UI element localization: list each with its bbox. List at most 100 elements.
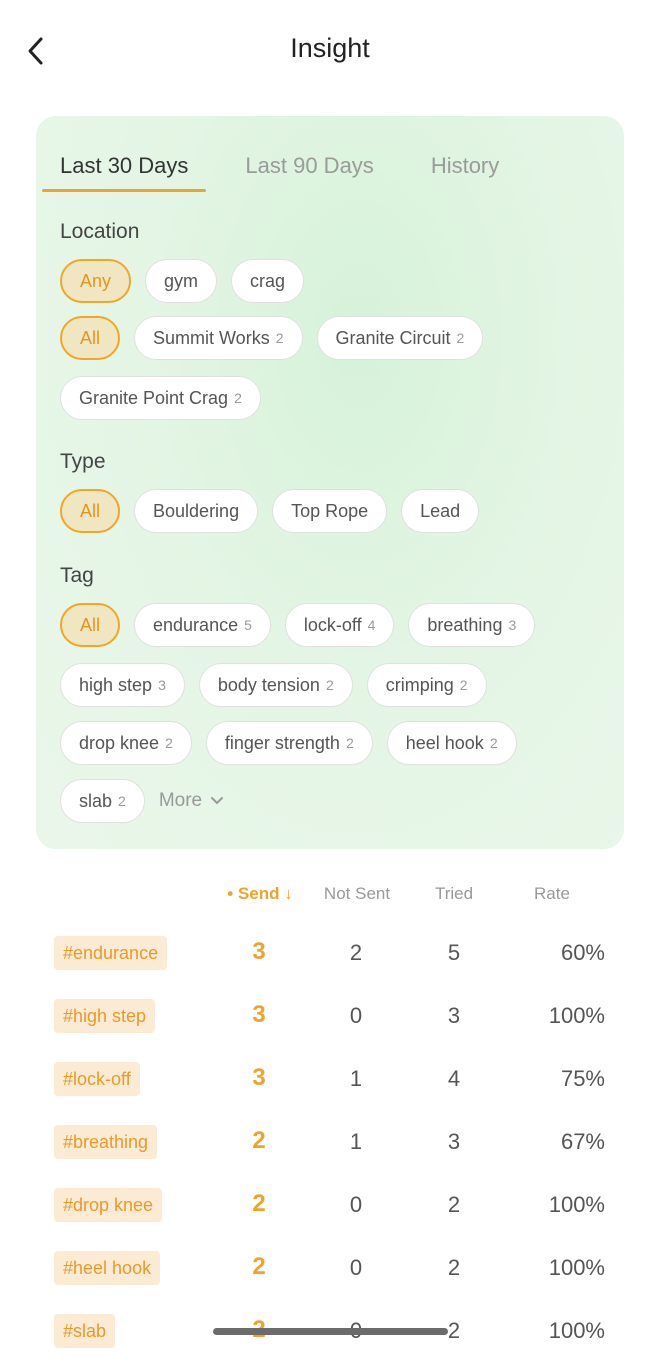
- cell-send: 2: [252, 1127, 266, 1154]
- chip-label: lock-off: [303, 614, 362, 635]
- home-indicator[interactable]: [213, 1328, 448, 1335]
- cell-not-sent: 2: [349, 940, 363, 965]
- tag-title: Tag: [60, 564, 94, 587]
- column-send[interactable]: • Send ↓: [210, 884, 310, 904]
- chip-tag-all[interactable]: All: [60, 603, 121, 647]
- tag-chips-3: drop knee 2 finger strength 2 heel hook 2: [60, 721, 531, 765]
- chip-label: Any: [80, 270, 112, 291]
- row-tag[interactable]: #breathing: [54, 1125, 158, 1159]
- chip-tag-drop-knee[interactable]: drop knee 2: [60, 721, 192, 765]
- cell-send: 3: [252, 1064, 266, 1091]
- cell-send: 3: [252, 1001, 266, 1028]
- chip-label: high step: [79, 674, 153, 695]
- chip-label: Granite Point Crag: [79, 387, 229, 408]
- header: Insight: [0, 0, 660, 100]
- location-place-chips: All Summit Works 2 Granite Circuit 2: [60, 316, 497, 360]
- chip-tag-finger-strength[interactable]: finger strength 2: [205, 721, 373, 765]
- chip-label: Top Rope: [291, 500, 369, 521]
- tab-last-90-days[interactable]: Last 90 Days: [245, 142, 373, 192]
- chip-count: 2: [118, 793, 126, 809]
- cell-not-sent: 1: [349, 1066, 363, 1091]
- cell-rate: 100%: [548, 1192, 605, 1217]
- chip-label: crimping: [385, 674, 454, 695]
- type-title: Type: [60, 450, 106, 473]
- chip-label: endurance: [153, 614, 239, 635]
- chip-label: breathing: [427, 614, 503, 635]
- table-row: #high step 3 0 3 100%: [0, 999, 660, 1049]
- row-tag[interactable]: #lock-off: [54, 1062, 140, 1096]
- cell-send: 3: [252, 938, 266, 965]
- chip-label: Bouldering: [153, 500, 240, 521]
- chip-label: slab: [79, 790, 113, 811]
- chip-location-crag[interactable]: crag: [231, 259, 305, 303]
- chip-label: All: [80, 500, 101, 521]
- cell-send: 2: [252, 1190, 266, 1217]
- filter-card: Last 30 Days Last 90 Days History Locati…: [36, 116, 624, 849]
- row-tag[interactable]: #high step: [54, 999, 156, 1033]
- chip-label: gym: [164, 270, 199, 291]
- chip-label: Summit Works: [153, 327, 270, 348]
- chip-label: finger strength: [224, 732, 340, 753]
- cell-tried: 2: [447, 1255, 461, 1280]
- chip-tag-lock-off[interactable]: lock-off 4: [284, 603, 395, 647]
- table-row: #slab 2 0 2 100%: [0, 1314, 660, 1364]
- more-tags-button[interactable]: More: [159, 779, 224, 823]
- cell-rate: 100%: [548, 1255, 605, 1280]
- chip-place-granite-circuit[interactable]: Granite Circuit 2: [316, 316, 484, 360]
- cell-tried: 4: [447, 1066, 461, 1091]
- tag-chips-1: All endurance 5 lock-off 4 breathing 3: [60, 603, 549, 647]
- chip-count: 3: [158, 677, 166, 693]
- chip-type-lead[interactable]: Lead: [401, 489, 480, 533]
- row-tag[interactable]: #endurance: [54, 936, 168, 970]
- type-chips: All Bouldering Top Rope Lead: [60, 489, 493, 533]
- chip-type-top-rope[interactable]: Top Rope: [272, 489, 388, 533]
- chip-tag-high-step[interactable]: high step 3: [60, 663, 185, 707]
- cell-tried: 3: [447, 1129, 461, 1154]
- row-tag[interactable]: #heel hook: [54, 1251, 161, 1285]
- chip-label: All: [80, 327, 101, 348]
- tab-last-30-days[interactable]: Last 30 Days: [41, 142, 207, 192]
- chip-label: All: [80, 614, 101, 635]
- chip-count: 2: [489, 735, 498, 751]
- row-tag[interactable]: #slab: [54, 1314, 116, 1348]
- cell-tried: 5: [447, 940, 461, 965]
- tag-chips-4: slab 2 More: [60, 779, 224, 823]
- chip-count: 2: [275, 330, 284, 346]
- chip-location-gym[interactable]: gym: [145, 259, 218, 303]
- chip-count: 2: [325, 677, 334, 693]
- table-header: • Send ↓ Not Sent Tried Rate: [0, 884, 660, 908]
- chip-tag-crimping[interactable]: crimping 2: [366, 663, 487, 707]
- row-tag[interactable]: #drop knee: [54, 1188, 163, 1222]
- chip-label: drop knee: [79, 732, 160, 753]
- tab-history[interactable]: History: [431, 142, 499, 192]
- chip-tag-endurance[interactable]: endurance 5: [134, 603, 271, 647]
- table-row: #endurance 3 2 5 60%: [0, 936, 660, 986]
- chip-label: Granite Circuit: [335, 327, 451, 348]
- chip-place-granite-point-crag[interactable]: Granite Point Crag 2: [60, 376, 261, 420]
- cell-rate: 75%: [560, 1066, 605, 1091]
- chip-place-all[interactable]: All: [60, 316, 121, 360]
- cell-rate: 67%: [560, 1129, 605, 1154]
- chip-tag-slab[interactable]: slab 2: [60, 779, 145, 823]
- chip-count: 3: [508, 617, 517, 633]
- cell-rate: 60%: [560, 940, 605, 965]
- chip-type-all[interactable]: All: [60, 489, 121, 533]
- chip-label: Lead: [420, 500, 461, 521]
- chip-type-bouldering[interactable]: Bouldering: [134, 489, 259, 533]
- chip-location-any[interactable]: Any: [60, 259, 132, 303]
- column-tried[interactable]: Tried: [404, 884, 504, 904]
- chip-count: 2: [234, 390, 242, 406]
- table-row: #heel hook 2 0 2 100%: [0, 1251, 660, 1301]
- chip-label: body tension: [217, 674, 320, 695]
- cell-not-sent: 1: [349, 1129, 363, 1154]
- chip-tag-body-tension[interactable]: body tension 2: [198, 663, 353, 707]
- chip-tag-breathing[interactable]: breathing 3: [408, 603, 536, 647]
- location-title: Location: [60, 220, 140, 243]
- tag-chips-2: high step 3 body tension 2 crimping 2: [60, 663, 501, 707]
- chip-count: 5: [244, 617, 252, 633]
- chip-place-summit-works[interactable]: Summit Works 2: [134, 316, 303, 360]
- chip-tag-heel-hook[interactable]: heel hook 2: [386, 721, 517, 765]
- column-rate[interactable]: Rate: [502, 884, 602, 904]
- location-kind-chips: Any gym crag: [60, 259, 318, 303]
- column-not-sent[interactable]: Not Sent: [307, 884, 407, 904]
